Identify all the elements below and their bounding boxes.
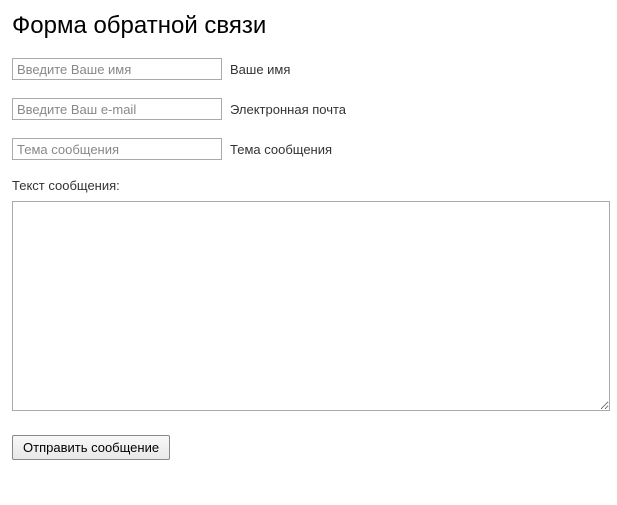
email-input[interactable] <box>12 98 222 120</box>
message-label: Текст сообщения: <box>12 178 605 193</box>
name-input[interactable] <box>12 58 222 80</box>
submit-button[interactable]: Отправить сообщение <box>12 435 170 460</box>
message-textarea[interactable] <box>12 201 610 411</box>
subject-input[interactable] <box>12 138 222 160</box>
subject-label: Тема сообщения <box>230 142 332 157</box>
email-label: Электронная почта <box>230 102 346 117</box>
name-row: Ваше имя <box>12 58 605 80</box>
subject-row: Тема сообщения <box>12 138 605 160</box>
name-label: Ваше имя <box>230 62 290 77</box>
email-row: Электронная почта <box>12 98 605 120</box>
form-heading: Форма обратной связи <box>12 12 605 40</box>
